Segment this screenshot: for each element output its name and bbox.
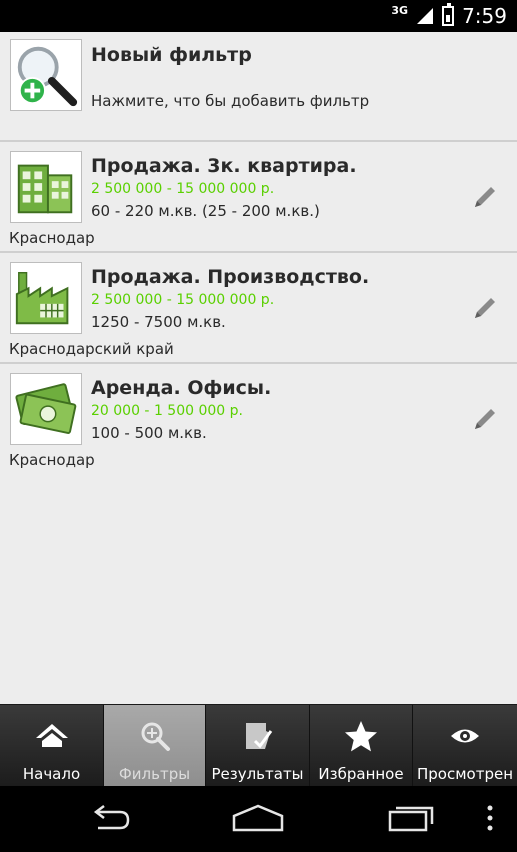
- filter-location: Краснодар: [9, 451, 95, 469]
- filter-title: Аренда. Офисы.: [91, 377, 272, 399]
- star-icon: [345, 721, 377, 752]
- factory-icon: [10, 262, 82, 334]
- apartment-building-icon: [10, 151, 82, 223]
- filter-item[interactable]: Аренда. Офисы. 20 000 - 1 500 000 р. 100…: [0, 365, 517, 475]
- new-filter-title: Новый фильтр: [91, 44, 252, 66]
- money-icon: [10, 373, 82, 445]
- tab-filters[interactable]: Фильтры: [104, 705, 206, 787]
- tab-label: Избранное: [318, 765, 404, 783]
- recents-icon[interactable]: [382, 802, 442, 834]
- eye-icon: [451, 729, 479, 743]
- system-nav-bar: [0, 786, 517, 852]
- filter-price: 20 000 - 1 500 000 р.: [91, 403, 243, 419]
- battery-icon: [442, 3, 455, 26]
- tab-label: Начало: [22, 765, 81, 783]
- tab-home[interactable]: Начало: [0, 705, 104, 787]
- tab-bar: Начало Фильтры Результаты Избранное Прос…: [0, 704, 517, 787]
- tab-viewed[interactable]: Просмотрен: [413, 705, 517, 787]
- filter-area: 60 - 220 м.кв. (25 - 200 м.кв.): [91, 202, 320, 220]
- filter-title: Продажа. Производство.: [91, 266, 370, 288]
- tab-favorites[interactable]: Избранное: [310, 705, 413, 787]
- filter-item[interactable]: Продажа. 3к. квартира. 2 500 000 - 15 00…: [0, 143, 517, 253]
- filter-area: 100 - 500 м.кв.: [91, 424, 207, 442]
- filter-title: Продажа. 3к. квартира.: [91, 155, 357, 177]
- home-icon: [35, 724, 68, 747]
- home-nav-icon[interactable]: [228, 802, 288, 834]
- filter-price: 2 500 000 - 15 000 000 р.: [91, 181, 275, 197]
- filter-location: Краснодарский край: [9, 340, 174, 358]
- pencil-icon[interactable]: [471, 294, 499, 322]
- new-filter-item[interactable]: Новый фильтр Нажмите, что бы добавить фи…: [0, 32, 517, 142]
- pencil-icon[interactable]: [471, 405, 499, 433]
- back-icon[interactable]: [80, 802, 140, 834]
- status-bar: 3G 7:59: [0, 0, 517, 32]
- tab-results[interactable]: Результаты: [206, 705, 310, 787]
- add-filter-icon: [10, 39, 82, 111]
- filter-area: 1250 - 7500 м.кв.: [91, 313, 226, 331]
- new-filter-subtitle: Нажмите, что бы добавить фильтр: [91, 92, 370, 110]
- tab-label: Фильтры: [118, 765, 191, 783]
- tab-label: Результаты: [211, 765, 304, 783]
- signal-icon: [417, 8, 434, 24]
- filter-item[interactable]: Продажа. Производство. 2 500 000 - 15 00…: [0, 254, 517, 364]
- search-icon: [141, 722, 170, 751]
- filter-price: 2 500 000 - 15 000 000 р.: [91, 292, 275, 308]
- pencil-icon[interactable]: [471, 183, 499, 211]
- filters-list: Новый фильтр Нажмите, что бы добавить фи…: [0, 32, 517, 704]
- clock: 7:59: [462, 4, 507, 28]
- tab-label: Просмотрен: [416, 765, 513, 783]
- overflow-menu-icon[interactable]: [478, 802, 502, 834]
- results-icon: [245, 723, 272, 749]
- network-type: 3G: [391, 3, 409, 17]
- filter-location: Краснодар: [9, 229, 95, 247]
